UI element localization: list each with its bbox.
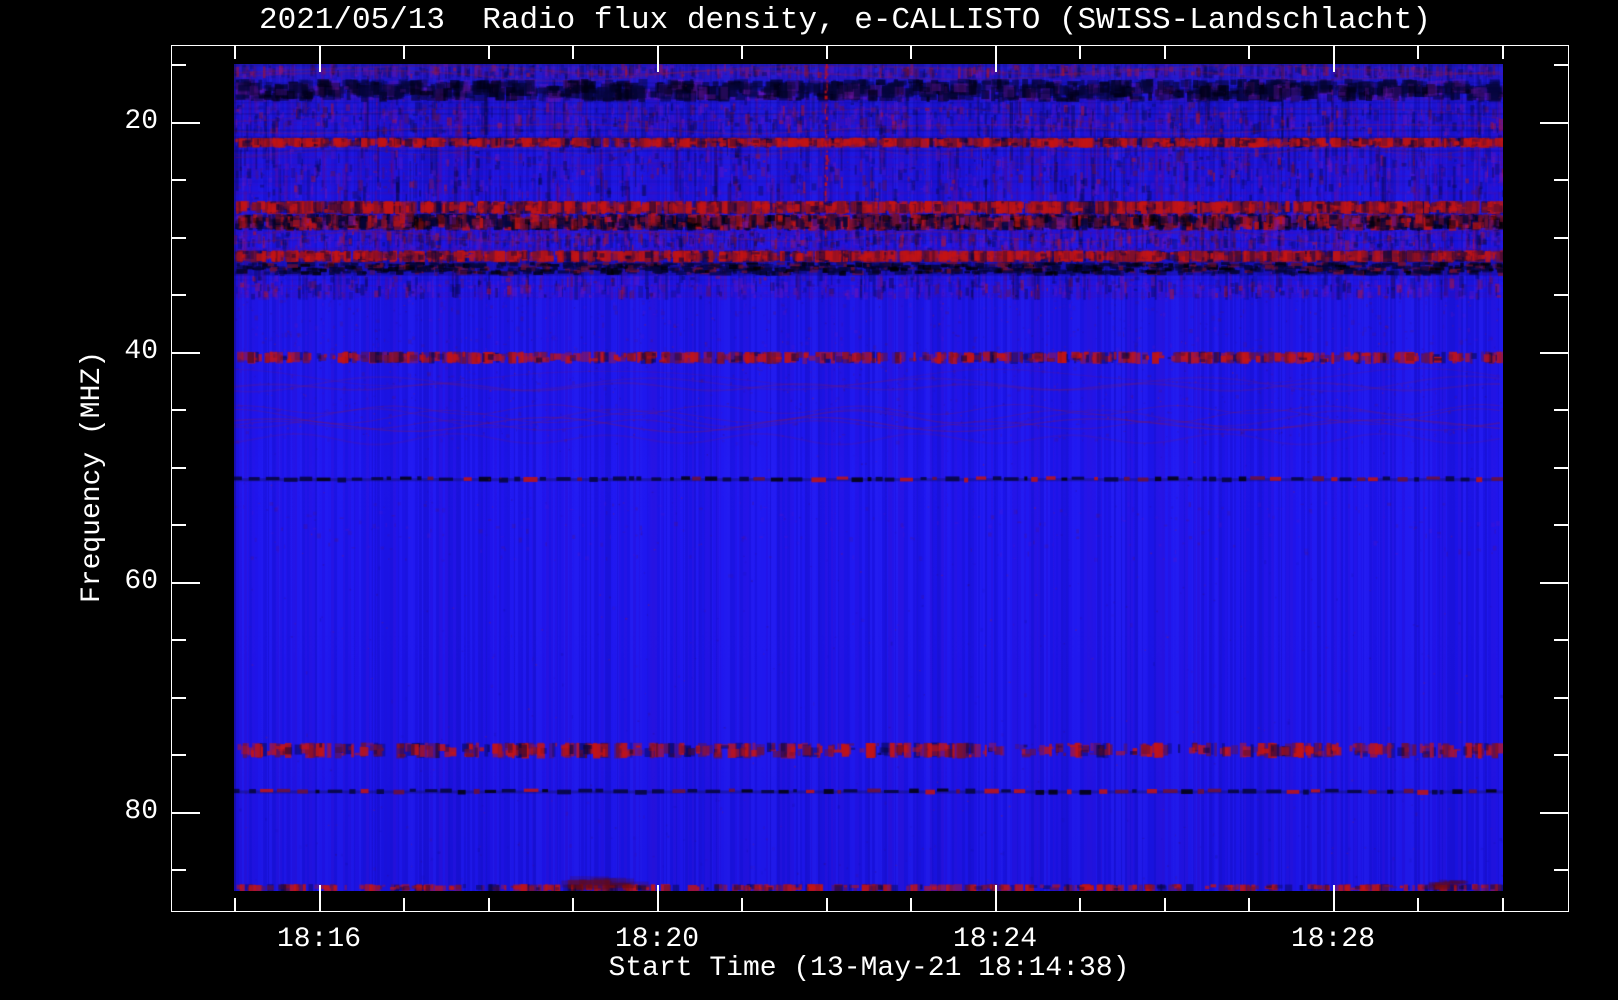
x-tick bbox=[1417, 898, 1419, 911]
y-tick-right bbox=[1540, 582, 1568, 584]
x-tick-label: 18:16 bbox=[276, 924, 361, 955]
y-tick bbox=[172, 467, 186, 469]
y-tick-label: 20 bbox=[124, 106, 158, 137]
y-tick bbox=[172, 352, 200, 354]
x-tick-top bbox=[826, 46, 828, 59]
x-tick-top bbox=[488, 46, 490, 59]
y-tick-right bbox=[1554, 179, 1568, 181]
y-tick-right bbox=[1554, 64, 1568, 66]
y-tick bbox=[172, 582, 200, 584]
x-tick bbox=[826, 898, 828, 911]
x-tick bbox=[995, 885, 997, 911]
x-tick bbox=[1248, 898, 1250, 911]
x-tick-top bbox=[319, 46, 321, 72]
y-tick bbox=[172, 639, 186, 641]
y-tick bbox=[172, 754, 186, 756]
chart-title: 2021/05/13 Radio flux density, e-CALLIST… bbox=[259, 3, 1431, 38]
y-tick-right bbox=[1554, 869, 1568, 871]
x-tick bbox=[910, 898, 912, 911]
x-tick-label: 18:20 bbox=[614, 924, 699, 955]
y-tick bbox=[172, 122, 200, 124]
x-tick-top bbox=[995, 46, 997, 72]
y-tick-right bbox=[1554, 467, 1568, 469]
y-tick-right bbox=[1554, 294, 1568, 296]
x-tick bbox=[741, 898, 743, 911]
x-tick bbox=[1502, 898, 1504, 911]
x-tick bbox=[657, 885, 659, 911]
x-tick-top bbox=[572, 46, 574, 59]
x-tick bbox=[1079, 898, 1081, 911]
x-tick bbox=[319, 885, 321, 911]
plot-frame: 18:16 18:20 18:24 18:28 20 40 60 80 bbox=[124, 45, 1569, 955]
y-tick bbox=[172, 64, 186, 66]
stage: 2021/05/13 Radio flux density, e-CALLIST… bbox=[0, 0, 1618, 1000]
y-tick-right bbox=[1540, 122, 1568, 124]
x-tick bbox=[572, 898, 574, 911]
x-tick-top bbox=[741, 46, 743, 59]
x-tick bbox=[403, 898, 405, 911]
x-axis-title: Start Time (13-May-21 18:14:38) bbox=[608, 953, 1130, 984]
x-tick-top bbox=[234, 46, 236, 59]
x-tick-label: 18:24 bbox=[952, 924, 1037, 955]
y-tick bbox=[172, 812, 200, 814]
x-tick-top bbox=[1164, 46, 1166, 59]
y-tick-right bbox=[1540, 812, 1568, 814]
y-tick bbox=[172, 869, 186, 871]
y-tick bbox=[172, 409, 186, 411]
x-tick-top bbox=[1079, 46, 1081, 59]
y-tick-right bbox=[1554, 237, 1568, 239]
y-tick bbox=[172, 697, 186, 699]
y-tick-right bbox=[1554, 754, 1568, 756]
x-tick bbox=[1333, 885, 1335, 911]
spectrogram-canvas bbox=[234, 64, 1503, 891]
x-tick-top bbox=[403, 46, 405, 59]
y-axis-title: Frequency (MHZ) bbox=[77, 350, 108, 604]
y-tick-right bbox=[1554, 697, 1568, 699]
y-tick bbox=[172, 237, 186, 239]
y-tick bbox=[172, 179, 186, 181]
x-tick bbox=[1164, 898, 1166, 911]
x-tick bbox=[488, 898, 490, 911]
x-tick-top bbox=[1333, 46, 1335, 72]
y-tick bbox=[172, 524, 186, 526]
x-tick-top bbox=[657, 46, 659, 72]
y-tick-right bbox=[1554, 409, 1568, 411]
y-tick-right bbox=[1540, 352, 1568, 354]
x-tick bbox=[234, 898, 236, 911]
y-tick-right bbox=[1554, 639, 1568, 641]
x-tick-label: 18:28 bbox=[1290, 924, 1375, 955]
x-tick-top bbox=[1248, 46, 1250, 59]
y-tick bbox=[172, 294, 186, 296]
y-tick-label: 80 bbox=[124, 796, 158, 827]
y-tick-right bbox=[1554, 524, 1568, 526]
x-tick-top bbox=[1417, 46, 1419, 59]
x-tick-top bbox=[910, 46, 912, 59]
x-tick-top bbox=[1502, 46, 1504, 59]
